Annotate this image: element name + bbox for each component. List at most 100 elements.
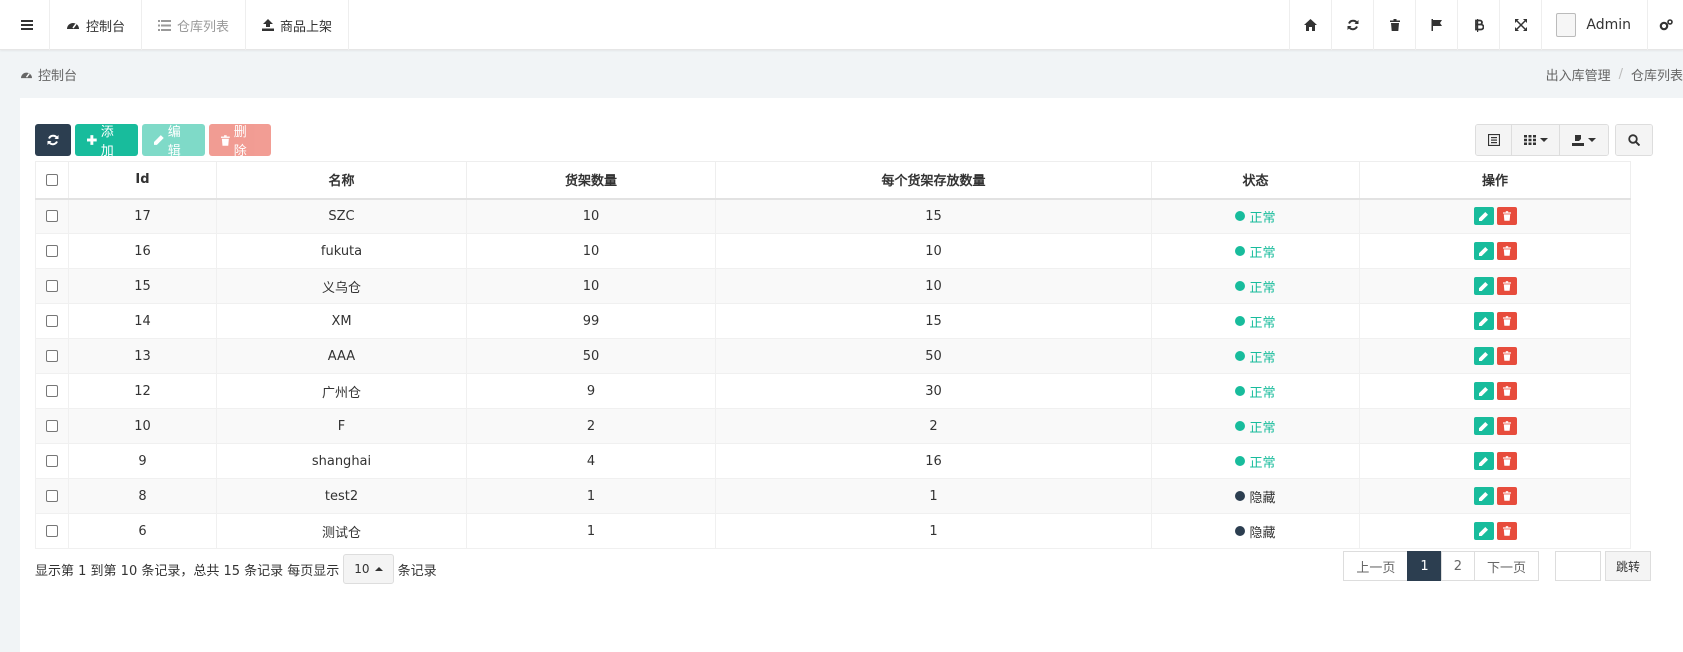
fullscreen-button[interactable] — [1499, 0, 1541, 50]
page-size-dropdown[interactable]: 10 — [343, 554, 394, 584]
pagination: 上一页 1 2 下一页 跳转 — [1343, 551, 1651, 581]
row-checkbox[interactable] — [46, 280, 58, 292]
pagination-suffix: 条记录 — [397, 563, 437, 579]
cell-name: 广州仓 — [216, 373, 467, 409]
status-text: 隐藏 — [1249, 490, 1276, 506]
refresh-button[interactable] — [1331, 0, 1373, 50]
status-badge: 隐藏 — [1235, 487, 1276, 506]
table-row[interactable]: 16 fukuta 10 10 正常 — [35, 233, 1631, 269]
column-header-id[interactable]: Id — [68, 161, 217, 200]
row-checkbox[interactable] — [46, 525, 58, 537]
edit-button[interactable]: 编辑 — [142, 124, 205, 159]
row-edit-button[interactable] — [1473, 242, 1494, 260]
status-badge: 正常 — [1235, 417, 1276, 436]
row-delete-button[interactable] — [1496, 242, 1517, 260]
breadcrumb-item-inout[interactable]: 出入库管理 — [1546, 65, 1611, 84]
search-button[interactable] — [1616, 125, 1652, 155]
cell-actions — [1359, 443, 1631, 479]
row-checkbox[interactable] — [46, 490, 58, 502]
row-checkbox[interactable] — [46, 455, 58, 467]
columns-dropdown-button[interactable] — [1512, 125, 1560, 155]
cell-status: 正常 — [1151, 338, 1360, 374]
cell-per-shelf: 15 — [715, 198, 1152, 234]
row-delete-button[interactable] — [1496, 312, 1517, 330]
row-checkbox[interactable] — [46, 350, 58, 362]
row-select-cell — [35, 408, 69, 444]
page-jump-input[interactable] — [1554, 551, 1601, 581]
row-checkbox[interactable] — [46, 245, 58, 257]
refresh-table-button[interactable] — [35, 124, 71, 156]
column-header-name[interactable]: 名称 — [216, 161, 467, 200]
toggle-card-view-button[interactable] — [1476, 125, 1512, 155]
row-delete-button[interactable] — [1496, 207, 1517, 226]
table-toolbar: 添加 编辑 删除 — [35, 124, 271, 159]
page-button-2[interactable]: 2 — [1440, 551, 1475, 581]
row-edit-button[interactable] — [1473, 277, 1494, 295]
status-badge: 正常 — [1235, 277, 1276, 296]
user-menu[interactable]: Admin — [1541, 0, 1647, 50]
row-checkbox[interactable] — [46, 420, 58, 432]
row-delete-button[interactable] — [1496, 347, 1517, 365]
row-delete-button[interactable] — [1496, 277, 1517, 295]
row-delete-button[interactable] — [1496, 522, 1517, 540]
row-actions — [1473, 417, 1517, 435]
row-delete-button[interactable] — [1496, 417, 1517, 435]
status-badge: 正常 — [1235, 207, 1276, 226]
table-row[interactable]: 6 测试仓 1 1 隐藏 — [35, 513, 1631, 549]
row-checkbox[interactable] — [46, 385, 58, 397]
row-edit-button[interactable] — [1473, 522, 1494, 540]
table-row[interactable]: 17 SZC 10 15 正常 — [35, 198, 1631, 234]
cell-shelves: 10 — [466, 233, 716, 269]
column-header-per-shelf[interactable]: 每个货架存放数量 — [715, 161, 1152, 200]
column-header-shelves[interactable]: 货架数量 — [466, 161, 716, 200]
next-page-button[interactable]: 下一页 — [1473, 551, 1539, 581]
select-all-checkbox[interactable] — [46, 173, 58, 186]
row-edit-button[interactable] — [1473, 417, 1494, 435]
row-edit-button[interactable] — [1473, 487, 1494, 505]
row-checkbox[interactable] — [46, 210, 58, 223]
pencil-icon — [1479, 491, 1488, 501]
row-edit-button[interactable] — [1473, 347, 1494, 365]
row-edit-button[interactable] — [1473, 452, 1494, 470]
column-header-status[interactable]: 状态 — [1151, 161, 1360, 200]
sidebar-toggle-button[interactable] — [4, 0, 50, 50]
clear-cache-button[interactable] — [1373, 0, 1415, 50]
language-button[interactable] — [1415, 0, 1457, 50]
row-delete-button[interactable] — [1496, 487, 1517, 505]
page-jump-button[interactable]: 跳转 — [1604, 551, 1651, 581]
chevron-down-icon — [1588, 138, 1596, 142]
row-edit-button[interactable] — [1473, 382, 1494, 400]
row-edit-button[interactable] — [1473, 312, 1494, 330]
table-row[interactable]: 12 广州仓 9 30 正常 — [35, 373, 1631, 409]
trash-icon — [1502, 456, 1511, 466]
bitcoin-button[interactable] — [1457, 0, 1499, 50]
column-header-actions: 操作 — [1359, 161, 1631, 200]
home-button[interactable] — [1289, 0, 1331, 50]
tab-warehouse-list-label: 仓库列表 — [177, 19, 230, 35]
row-delete-button[interactable] — [1496, 452, 1517, 470]
tab-dashboard[interactable]: 控制台 — [50, 0, 143, 50]
table-row[interactable]: 13 AAA 50 50 正常 — [35, 338, 1631, 374]
row-delete-button[interactable] — [1496, 382, 1517, 400]
prev-page-button[interactable]: 上一页 — [1343, 551, 1409, 581]
cell-name: XM — [216, 303, 467, 339]
row-edit-button[interactable] — [1473, 207, 1494, 226]
tab-product-listing[interactable]: 商品上架 — [246, 0, 350, 50]
tab-warehouse-list[interactable]: 仓库列表 — [142, 0, 247, 50]
table-row[interactable]: 8 test2 1 1 隐藏 — [35, 478, 1631, 514]
add-button[interactable]: 添加 — [75, 124, 138, 159]
table-view-tools — [1469, 124, 1653, 156]
delete-button[interactable]: 删除 — [209, 124, 271, 159]
row-actions — [1473, 312, 1517, 330]
row-checkbox[interactable] — [46, 315, 58, 327]
page-button-1[interactable]: 1 — [1407, 551, 1442, 581]
table-row[interactable]: 10 F 2 2 正常 — [35, 408, 1631, 444]
table-row[interactable]: 15 义乌仓 10 10 正常 — [35, 268, 1631, 304]
nav-right: Admin — [1289, 0, 1683, 50]
settings-button[interactable] — [1647, 0, 1683, 50]
table-row[interactable]: 14 XM 99 15 正常 — [35, 303, 1631, 339]
export-dropdown-button[interactable] — [1560, 125, 1608, 155]
table-row[interactable]: 9 shanghai 4 16 正常 — [35, 443, 1631, 479]
pencil-icon — [1479, 246, 1488, 256]
cell-actions — [1359, 233, 1631, 269]
